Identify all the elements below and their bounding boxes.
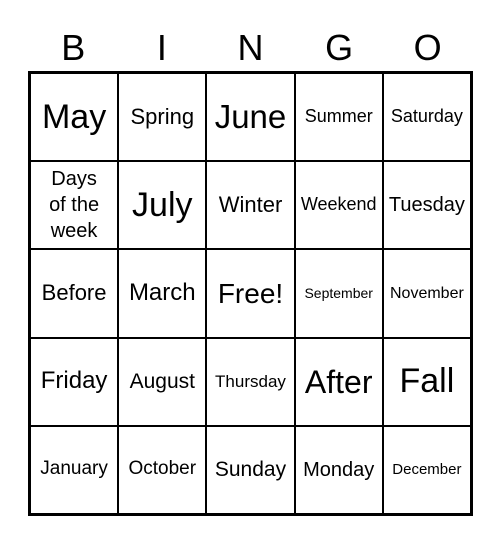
bingo-cell[interactable]: March bbox=[118, 249, 207, 338]
header-letter: O bbox=[413, 27, 442, 68]
bingo-cell[interactable]: Fall bbox=[382, 337, 471, 426]
bingo-cell[interactable]: July bbox=[118, 161, 207, 250]
bingo-cell[interactable]: September bbox=[294, 249, 383, 338]
cell-text: October bbox=[128, 458, 197, 480]
header-letter: N bbox=[237, 27, 264, 68]
cell-text: August bbox=[129, 370, 195, 394]
cell-text: Summer bbox=[304, 106, 373, 127]
bingo-cell[interactable]: Tuesday bbox=[382, 161, 471, 250]
cell-text: Winter bbox=[218, 192, 283, 218]
cell-text: Friday bbox=[40, 367, 108, 395]
bingo-header: BINGO bbox=[29, 26, 472, 70]
cell-text: January bbox=[40, 458, 108, 480]
bingo-cell[interactable]: After bbox=[294, 337, 383, 426]
cell-text: Days of the week bbox=[49, 168, 100, 243]
bingo-cell[interactable]: Sunday bbox=[206, 425, 295, 514]
cell-text: Fall bbox=[399, 362, 455, 401]
bingo-cell[interactable]: Spring bbox=[118, 73, 207, 162]
bingo-cell[interactable]: October bbox=[118, 425, 207, 514]
bingo-cell[interactable]: Thursday bbox=[206, 337, 295, 426]
cell-text: Saturday bbox=[390, 106, 463, 127]
cell-text: March bbox=[128, 279, 196, 307]
cell-text: November bbox=[389, 284, 464, 302]
cell-text: September bbox=[304, 285, 373, 302]
bingo-cell[interactable]: Free! bbox=[206, 249, 295, 338]
bingo-cell[interactable]: Days of the week bbox=[30, 161, 119, 250]
bingo-cell[interactable]: Saturday bbox=[382, 73, 471, 162]
cell-text: Thursday bbox=[215, 371, 286, 391]
bingo-cell[interactable]: November bbox=[382, 249, 471, 338]
cell-text: December bbox=[392, 460, 462, 478]
cell-text: Sunday bbox=[214, 458, 287, 482]
cell-text: June bbox=[214, 98, 287, 136]
cell-text: July bbox=[132, 185, 193, 224]
cell-text: After bbox=[304, 363, 373, 400]
cell-text: Spring bbox=[130, 103, 195, 129]
bingo-cell[interactable]: Friday bbox=[30, 337, 119, 426]
bingo-cell[interactable]: January bbox=[30, 425, 119, 514]
cell-text: Free! bbox=[217, 277, 284, 309]
header-letter: G bbox=[325, 27, 354, 68]
cell-text: Tuesday bbox=[388, 194, 465, 217]
cell-text: May bbox=[41, 97, 107, 136]
cell-text: Monday bbox=[303, 458, 375, 481]
header-letter: I bbox=[156, 27, 167, 68]
bingo-cell[interactable]: Summer bbox=[294, 73, 383, 162]
bingo-cell[interactable]: Before bbox=[30, 249, 119, 338]
cell-text: Weekend bbox=[300, 194, 377, 215]
bingo-cell[interactable]: Weekend bbox=[294, 161, 383, 250]
cell-text: Before bbox=[41, 280, 107, 306]
bingo-cell[interactable]: August bbox=[118, 337, 207, 426]
bingo-cell[interactable]: June bbox=[206, 73, 295, 162]
bingo-cell[interactable]: May bbox=[30, 73, 119, 162]
bingo-cell[interactable]: Monday bbox=[294, 425, 383, 514]
bingo-cell[interactable]: December bbox=[382, 425, 471, 514]
bingo-card-grid: May Spring June Summer Saturday Days of the w… bbox=[28, 71, 473, 516]
header-letter: B bbox=[61, 27, 86, 68]
bingo-cell[interactable]: Winter bbox=[206, 161, 295, 250]
